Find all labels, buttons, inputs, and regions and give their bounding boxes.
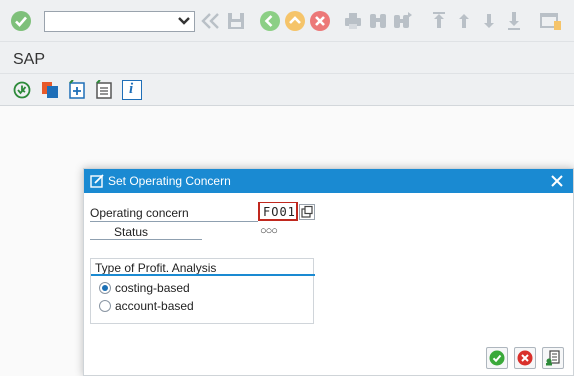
next-page-icon[interactable] [477,9,501,33]
label-underline [90,239,202,240]
application-toolbar: i [0,74,574,106]
create-icon[interactable] [67,79,87,100]
status-label: Status [114,225,149,239]
continue-button[interactable] [486,347,508,369]
label-underline [90,221,258,222]
group-title: Type of Profit. Analysis [95,261,217,275]
value-help-icon[interactable] [299,204,315,220]
costing-based-label: costing-based [115,281,190,295]
previous-page-icon[interactable] [452,9,476,33]
profit-analysis-group: Type of Profit. Analysis costing-based a… [90,258,315,324]
set-operating-concern-dialog: Set Operating Concern Operating concern … [83,168,574,376]
title-bar: SAP [0,42,574,74]
operating-concern-label: Operating concern [90,206,189,220]
group-title-underline [91,274,315,276]
cancel-icon[interactable] [308,9,332,33]
find-next-icon[interactable] [391,9,415,33]
cancel-button[interactable] [514,347,536,369]
display-icon[interactable] [94,79,114,100]
dialog-title: Set Operating Concern [108,174,231,188]
find-icon[interactable] [366,9,390,33]
account-based-radio[interactable] [99,300,111,312]
page-title: SAP [13,51,46,68]
costing-based-radio[interactable] [99,282,111,294]
copy-objects-icon[interactable] [40,80,60,100]
status-lights: ○○○ [260,225,278,237]
execute-icon[interactable] [12,80,32,100]
edit-icon [90,174,105,188]
close-icon[interactable] [549,173,565,189]
back-double-icon[interactable] [199,9,223,33]
new-entries-button[interactable] [542,347,564,369]
last-page-icon[interactable] [502,9,526,33]
dialog-header: Set Operating Concern [84,169,573,193]
command-field[interactable] [44,11,195,32]
enter-icon[interactable] [9,9,33,33]
command-input[interactable] [47,13,172,30]
info-icon[interactable]: i [122,80,142,100]
operating-concern-input[interactable]: FO01 [258,202,298,221]
print-icon[interactable] [341,9,365,33]
exit-icon[interactable] [283,9,307,33]
back-icon[interactable] [258,9,282,33]
save-icon[interactable] [224,9,248,33]
chevron-down-icon[interactable] [176,14,192,28]
account-based-label: account-based [115,299,194,313]
system-toolbar [0,0,574,42]
info-glyph: i [129,81,134,97]
new-session-icon[interactable] [538,9,562,33]
first-page-icon[interactable] [427,9,451,33]
